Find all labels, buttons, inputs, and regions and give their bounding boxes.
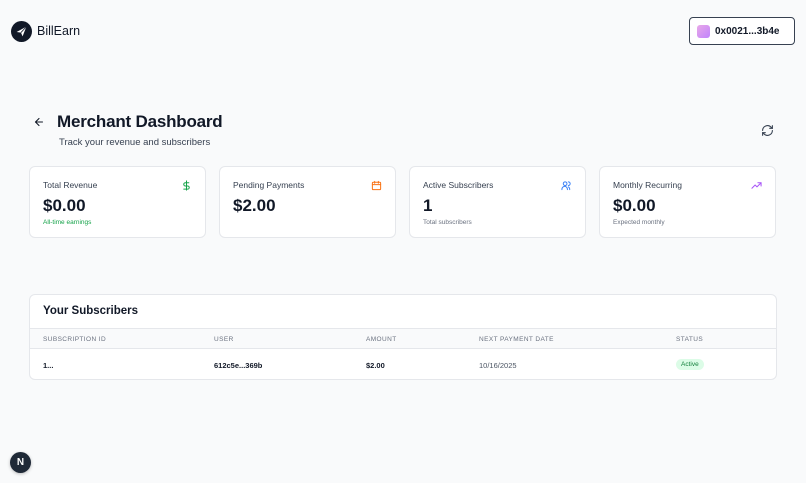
subscribers-panel: Your Subscribers SUBSCRIPTION ID USER AM… xyxy=(29,294,777,380)
subscription-amount: $2.00 xyxy=(366,361,385,370)
next-payment-date: 10/16/2025 xyxy=(479,361,517,370)
stat-card-monthly-recurring: Monthly Recurring $0.00 Expected monthly xyxy=(599,166,776,238)
wallet-button[interactable]: 0x0021...3b4e xyxy=(689,17,795,45)
wallet-avatar xyxy=(697,24,710,38)
refresh-icon[interactable] xyxy=(761,124,774,137)
status-badge: Active xyxy=(676,359,704,370)
stat-card-total-revenue: Total Revenue $0.00 All-time earnings xyxy=(29,166,206,238)
brand-name: BillEarn xyxy=(37,24,81,38)
trending-up-icon xyxy=(751,182,762,189)
column-header: SUBSCRIPTION ID xyxy=(43,336,107,343)
column-header: STATUS xyxy=(676,336,704,343)
card-label: Pending Payments xyxy=(233,180,305,190)
calendar-icon xyxy=(371,180,382,191)
card-subtext: Total subscribers xyxy=(423,219,472,226)
stat-card-pending-payments: Pending Payments $2.00 xyxy=(219,166,396,238)
page-title: Merchant Dashboard xyxy=(57,112,223,131)
column-header: USER xyxy=(214,336,234,343)
card-subtext: Expected monthly xyxy=(613,219,665,226)
framework-badge[interactable]: N xyxy=(10,452,31,473)
subscriber-user: 612c5e...369b xyxy=(214,361,263,370)
column-header: NEXT PAYMENT DATE xyxy=(479,336,554,343)
column-header: AMOUNT xyxy=(366,336,397,343)
subscription-id: 1... xyxy=(43,361,54,370)
stats-cards: Total Revenue $0.00 All-time earnings Pe… xyxy=(29,166,776,238)
card-subtext: All-time earnings xyxy=(43,219,92,226)
back-arrow-icon[interactable] xyxy=(33,116,45,128)
card-label: Active Subscribers xyxy=(423,180,494,190)
page-title-row: Merchant Dashboard xyxy=(33,112,223,132)
table-header: SUBSCRIPTION ID USER AMOUNT NEXT PAYMENT… xyxy=(30,328,776,349)
brand[interactable]: BillEarn xyxy=(11,20,81,42)
users-icon xyxy=(561,181,571,191)
framework-badge-letter: N xyxy=(16,457,25,468)
table-row[interactable]: 1... 612c5e...369b $2.00 10/16/2025 Acti… xyxy=(30,349,776,379)
wallet-address: 0x0021...3b4e xyxy=(715,25,780,37)
top-header: BillEarn 0x0021...3b4e xyxy=(0,0,806,62)
subscribers-title: Your Subscribers xyxy=(43,305,139,317)
dollar-icon xyxy=(183,180,190,191)
card-value: $0.00 xyxy=(43,196,86,215)
card-label: Total Revenue xyxy=(43,180,98,190)
card-label: Monthly Recurring xyxy=(613,180,682,190)
brand-logo-icon xyxy=(11,20,32,42)
card-value: $0.00 xyxy=(613,196,656,215)
card-value: $2.00 xyxy=(233,196,276,215)
page-subtitle: Track your revenue and subscribers xyxy=(59,137,211,148)
card-value: 1 xyxy=(423,196,433,215)
stat-card-active-subscribers: Active Subscribers 1 Total subscribers xyxy=(409,166,586,238)
